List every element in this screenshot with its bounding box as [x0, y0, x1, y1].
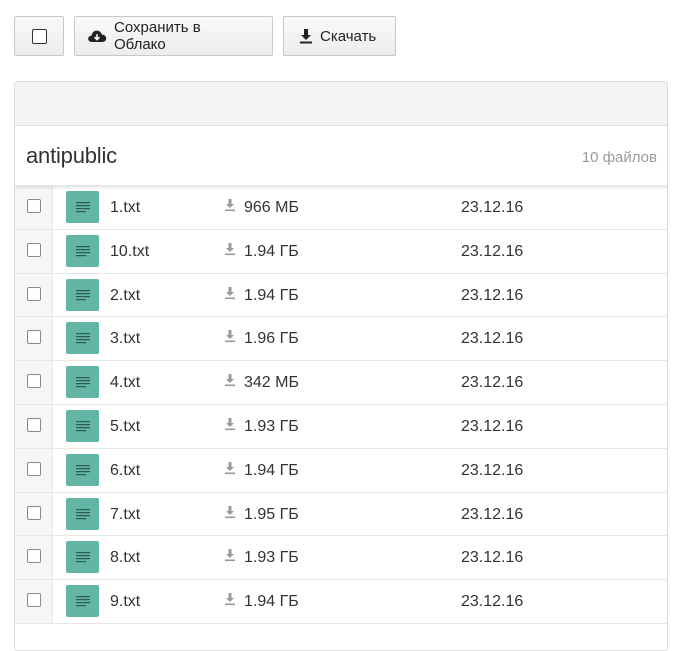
file-checkbox[interactable] — [27, 286, 41, 301]
text-file-icon[interactable] — [66, 541, 99, 574]
file-name[interactable]: 3.txt — [110, 330, 140, 348]
save-to-cloud-button[interactable]: Сохранить в Облако — [74, 16, 273, 56]
file-checkbox[interactable] — [27, 374, 41, 389]
download-button[interactable]: Скачать — [283, 16, 396, 56]
file-date: 23.12.16 — [461, 461, 524, 479]
file-size: 1.94 ГБ — [244, 593, 299, 611]
file-checkbox[interactable] — [27, 549, 41, 564]
download-arrow-icon[interactable] — [224, 198, 236, 217]
file-row[interactable]: 1.txt 966 МБ 23.12.16 — [15, 186, 667, 230]
file-name[interactable]: 6.txt — [110, 462, 140, 480]
download-arrow-icon[interactable] — [224, 329, 236, 348]
folder-name: antipublic — [26, 143, 117, 168]
file-list: 1.txt 966 МБ 23.12.16 10.txt 1.94 ГБ 23.12.16… — [15, 186, 667, 624]
file-row[interactable]: 6.txt 1.94 ГБ 23.12.16 — [15, 449, 667, 493]
download-arrow-icon[interactable] — [224, 373, 236, 392]
file-date: 23.12.16 — [461, 286, 524, 304]
file-checkbox[interactable] — [27, 593, 41, 608]
file-size: 1.93 ГБ — [244, 549, 299, 567]
text-file-icon[interactable] — [66, 322, 99, 355]
download-arrow-icon[interactable] — [224, 286, 236, 305]
file-size: 1.95 ГБ — [244, 505, 299, 523]
text-file-icon[interactable] — [66, 453, 99, 486]
file-size: 1.94 ГБ — [244, 286, 299, 304]
file-checkbox[interactable] — [27, 461, 41, 476]
file-name[interactable]: 4.txt — [110, 374, 140, 392]
file-date: 23.12.16 — [461, 417, 524, 435]
file-row[interactable]: 3.txt 1.96 ГБ 23.12.16 — [15, 317, 667, 362]
file-size: 1.96 ГБ — [244, 330, 299, 348]
file-count: 10 файлов — [581, 149, 657, 166]
file-date: 23.12.16 — [461, 593, 524, 611]
text-file-icon[interactable] — [66, 366, 99, 399]
file-row[interactable]: 8.txt 1.93 ГБ 23.12.16 — [15, 536, 667, 581]
download-arrow-icon[interactable] — [224, 242, 236, 261]
download-label: Скачать — [320, 27, 377, 45]
file-checkbox[interactable] — [27, 242, 41, 257]
file-name[interactable]: 9.txt — [110, 593, 140, 611]
download-icon — [299, 28, 313, 44]
select-all-button[interactable] — [14, 16, 64, 56]
file-size: 342 МБ — [244, 374, 299, 392]
file-date: 23.12.16 — [461, 330, 524, 348]
folder-header: antipublic 10 файлов — [15, 126, 667, 186]
toolbar: Сохранить в Облако Скачать — [14, 16, 396, 56]
text-file-icon[interactable] — [66, 234, 99, 267]
file-row[interactable]: 7.txt 1.95 ГБ 23.12.16 — [15, 493, 667, 537]
file-size: 1.93 ГБ — [244, 417, 299, 435]
file-panel: antipublic 10 файлов 1.txt 966 МБ 23.12.16… — [14, 81, 668, 651]
download-arrow-icon[interactable] — [224, 461, 236, 480]
select-all-checkbox[interactable] — [31, 28, 47, 44]
file-date: 23.12.16 — [461, 549, 524, 567]
download-arrow-icon[interactable] — [224, 417, 236, 436]
file-name[interactable]: 8.txt — [110, 549, 140, 567]
file-row[interactable]: 5.txt 1.93 ГБ 23.12.16 — [15, 405, 667, 449]
file-name[interactable]: 5.txt — [110, 418, 140, 436]
file-date: 23.12.16 — [461, 242, 524, 260]
file-size: 1.94 ГБ — [244, 461, 299, 479]
text-file-icon[interactable] — [66, 585, 99, 618]
file-name[interactable]: 1.txt — [110, 199, 140, 217]
file-name[interactable]: 2.txt — [110, 287, 140, 305]
download-arrow-icon[interactable] — [224, 592, 236, 611]
panel-header-bar — [15, 82, 667, 126]
download-arrow-icon[interactable] — [224, 548, 236, 567]
file-name[interactable]: 10.txt — [110, 243, 149, 261]
file-row[interactable]: 10.txt 1.94 ГБ 23.12.16 — [15, 230, 667, 274]
file-date: 23.12.16 — [461, 505, 524, 523]
file-checkbox[interactable] — [27, 505, 41, 520]
text-file-icon[interactable] — [66, 497, 99, 530]
file-checkbox[interactable] — [27, 330, 41, 345]
text-file-icon[interactable] — [66, 409, 99, 442]
file-size: 966 МБ — [244, 199, 299, 216]
file-checkbox[interactable] — [27, 199, 41, 213]
text-file-icon[interactable] — [66, 191, 99, 223]
file-date: 23.12.16 — [461, 374, 524, 392]
text-file-icon[interactable] — [66, 278, 99, 311]
file-row[interactable]: 9.txt 1.94 ГБ 23.12.16 — [15, 580, 667, 624]
file-checkbox[interactable] — [27, 417, 41, 432]
file-row[interactable]: 2.txt 1.94 ГБ 23.12.16 — [15, 274, 667, 318]
file-name[interactable]: 7.txt — [110, 506, 140, 524]
file-date: 23.12.16 — [461, 199, 524, 216]
cloud-download-icon — [87, 28, 107, 44]
download-arrow-icon[interactable] — [224, 505, 236, 524]
file-row[interactable]: 4.txt 342 МБ 23.12.16 — [15, 361, 667, 405]
save-to-cloud-label: Сохранить в Облако — [114, 19, 201, 53]
file-size: 1.94 ГБ — [244, 242, 299, 260]
